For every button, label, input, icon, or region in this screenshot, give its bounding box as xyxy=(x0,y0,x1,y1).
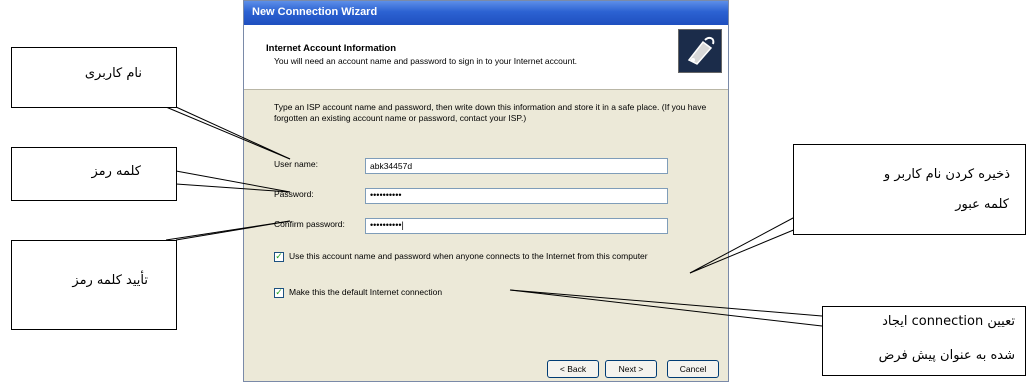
user-name-label: User name: xyxy=(274,159,318,169)
next-button[interactable]: Next > xyxy=(605,360,657,378)
password-label: Password: xyxy=(274,189,314,199)
callout-confirm-password-text: تأیید کلمه رمز xyxy=(72,273,148,288)
instructions-text: Type an ISP account name and password, t… xyxy=(274,102,707,123)
default-connection-label: Make this the default Internet connectio… xyxy=(289,287,443,297)
cancel-button[interactable]: Cancel xyxy=(667,360,719,378)
callout-default-line2: شده به عنوان پیش فرض xyxy=(878,348,1015,363)
back-button[interactable]: < Back xyxy=(547,360,599,378)
callout-default-line1: تعیین connection ایجاد xyxy=(882,314,1015,329)
connection-wizard-icon xyxy=(678,29,722,73)
callout-default-connection: تعیین connection ایجاد شده به عنوان پیش … xyxy=(822,306,1026,376)
new-connection-wizard-window: New Connection Wizard Internet Account I… xyxy=(243,0,729,382)
callout-username: نام کاربری xyxy=(11,47,177,108)
callout-username-text: نام کاربری xyxy=(84,66,142,81)
callout-confirm-password: تأیید کلمه رمز xyxy=(11,240,177,330)
default-connection-checkbox[interactable]: ✓ xyxy=(274,288,284,298)
use-account-checkbox[interactable]: ✓ xyxy=(274,252,284,262)
window-title: New Connection Wizard xyxy=(252,6,378,18)
callout-save-credentials: ذخیره کردن نام کاربر و کلمه عبور xyxy=(793,144,1026,235)
use-account-label: Use this account name and password when … xyxy=(289,251,648,261)
title-bar[interactable]: New Connection Wizard xyxy=(244,1,728,25)
callout-save-line2: کلمه عبور xyxy=(955,197,1009,212)
confirm-password-input[interactable]: ••••••••••| xyxy=(365,218,668,234)
callout-password-text: کلمه رمز xyxy=(91,164,141,179)
password-input[interactable]: •••••••••• xyxy=(365,188,668,204)
wizard-header: Internet Account Information You will ne… xyxy=(244,25,728,90)
confirm-password-label: Confirm password: xyxy=(274,219,345,229)
callout-save-line1: ذخیره کردن نام کاربر و xyxy=(883,167,1010,182)
header-subtitle: You will need an account name and passwo… xyxy=(274,56,578,66)
callout-password: کلمه رمز xyxy=(11,147,177,201)
user-name-input[interactable]: abk34457d xyxy=(365,158,668,174)
header-title: Internet Account Information xyxy=(266,43,397,54)
